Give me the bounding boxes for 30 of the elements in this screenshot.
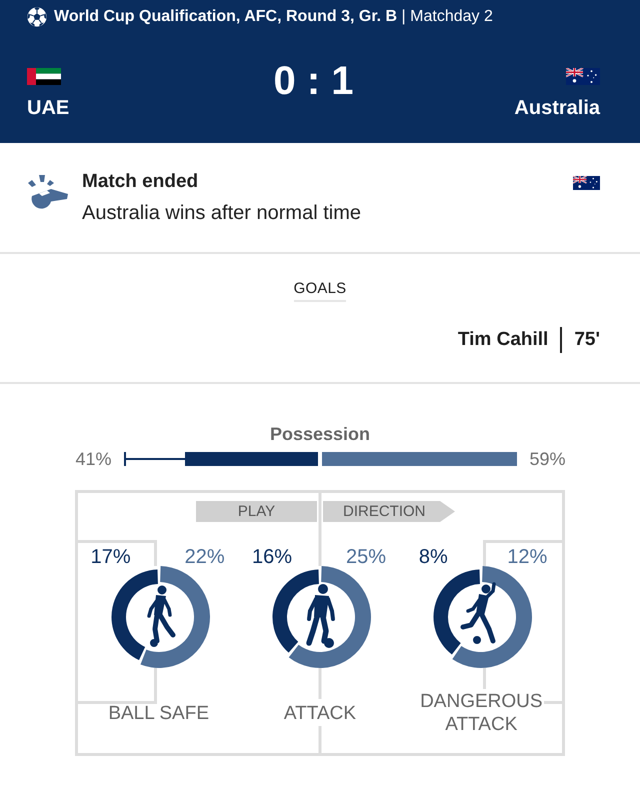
possession-title: Possession <box>270 423 370 445</box>
zone-percentage: 16% <box>252 545 292 569</box>
match-score: 0 : 1 <box>273 59 354 103</box>
footballer-dribbling-icon <box>146 586 176 647</box>
direction-banner: DIRECTION <box>323 501 455 522</box>
goal-minute: 75' <box>574 328 600 352</box>
zone-percentage: 12% <box>507 545 548 569</box>
goal-scorer: Tim Cahill <box>458 328 548 352</box>
section-heading: GOALS <box>294 280 346 302</box>
possession-percentage: 59% <box>530 450 566 468</box>
team-name: UAE <box>27 96 70 120</box>
competition-title: World Cup Qualification, AFC, Round 3, Gr. B | Matchday 2 <box>54 7 493 27</box>
footballer-kicking-icon <box>460 582 496 644</box>
uae-flag-icon <box>27 68 61 85</box>
team-name: Australia <box>514 96 600 120</box>
zone-percentage: 17% <box>90 545 131 569</box>
zone-title: BALL SAFE <box>108 702 209 724</box>
zone-percentage: 22% <box>184 545 225 569</box>
soccer-ball-icon <box>27 7 47 27</box>
zone-percentage: 25% <box>346 545 386 569</box>
whistle-icon <box>27 175 69 210</box>
status-title: Match ended <box>82 170 198 194</box>
zone-percentage: 8% <box>418 545 448 569</box>
zone-title: DANGEROUS ATTACK <box>419 690 544 736</box>
footballer-icon <box>306 584 335 648</box>
possession-percentage: 41% <box>75 450 112 468</box>
status-detail: Australia wins after normal time <box>82 201 361 226</box>
zone-title: ATTACK <box>284 702 356 724</box>
direction-banner: PLAY <box>196 501 317 522</box>
australia-flag-icon <box>566 68 600 85</box>
